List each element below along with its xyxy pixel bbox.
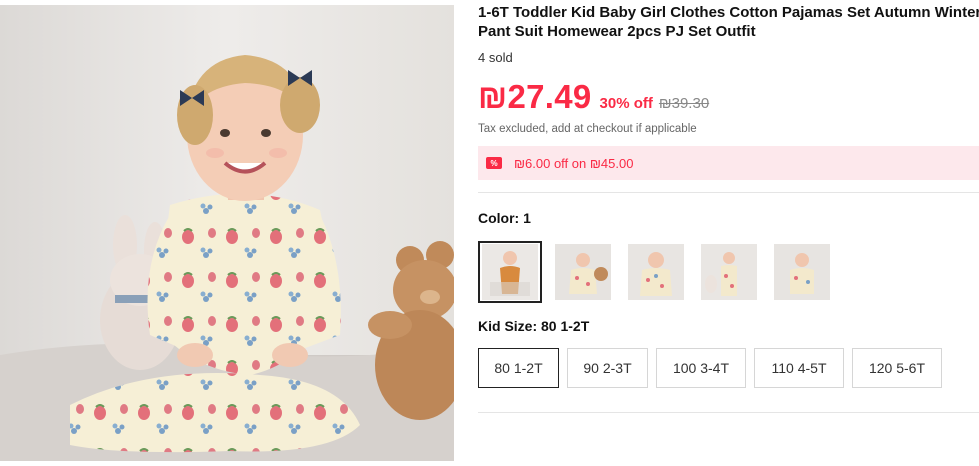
product-title: 1-6T Toddler Kid Baby Girl Clothes Cotto… — [478, 3, 979, 41]
product-title-line-1: 1-6T Toddler Kid Baby Girl Clothes Cotto… — [478, 4, 979, 21]
product-photo-illustration — [0, 5, 454, 461]
divider — [478, 412, 979, 413]
original-price: ₪39.30 — [658, 95, 710, 112]
color-swatch-cream-2[interactable] — [624, 241, 688, 303]
swatch-thumbnail — [774, 244, 830, 300]
color-swatch-orange[interactable] — [478, 241, 542, 303]
divider — [478, 192, 979, 193]
color-swatch-cream-3[interactable] — [697, 241, 761, 303]
size-option-80[interactable]: 80 1-2T — [478, 348, 559, 388]
size-options: 80 1-2T 90 2-3T 100 3-4T 110 4-5T 120 5-… — [478, 348, 950, 388]
color-swatch-cream-1[interactable] — [551, 241, 615, 303]
coupon-text: ₪6.00 off on ₪45.00 — [514, 155, 634, 171]
coupon-icon: % — [486, 157, 502, 169]
discount-badge: 30% off — [599, 95, 653, 112]
product-title-line-2: Pant Suit Homewear 2pcs PJ Set Outfit — [478, 23, 756, 40]
swatch-thumbnail — [555, 244, 611, 300]
color-label: Color: 1 — [478, 210, 531, 226]
tax-note: Tax excluded, add at checkout if applica… — [478, 123, 697, 135]
swatch-thumbnail — [701, 244, 757, 300]
color-swatches — [478, 241, 843, 303]
product-image[interactable] — [0, 5, 454, 461]
coupon-banner[interactable]: % ₪6.00 off on ₪45.00 — [478, 146, 979, 180]
size-label: Kid Size: 80 1-2T — [478, 318, 590, 334]
size-option-110[interactable]: 110 4-5T — [754, 348, 844, 388]
product-info-panel: 1-6T Toddler Kid Baby Girl Clothes Cotto… — [478, 0, 979, 466]
size-option-120[interactable]: 120 5-6T — [852, 348, 942, 388]
size-option-100[interactable]: 100 3-4T — [656, 348, 746, 388]
color-swatch-cream-4[interactable] — [770, 241, 834, 303]
size-option-90[interactable]: 90 2-3T — [567, 348, 648, 388]
current-price: ₪27.49 — [478, 78, 592, 115]
sold-count: 4 sold — [478, 50, 513, 65]
price-row: ₪27.49 30% off ₪39.30 — [478, 78, 709, 118]
swatch-thumbnail — [482, 244, 538, 300]
swatch-thumbnail — [628, 244, 684, 300]
